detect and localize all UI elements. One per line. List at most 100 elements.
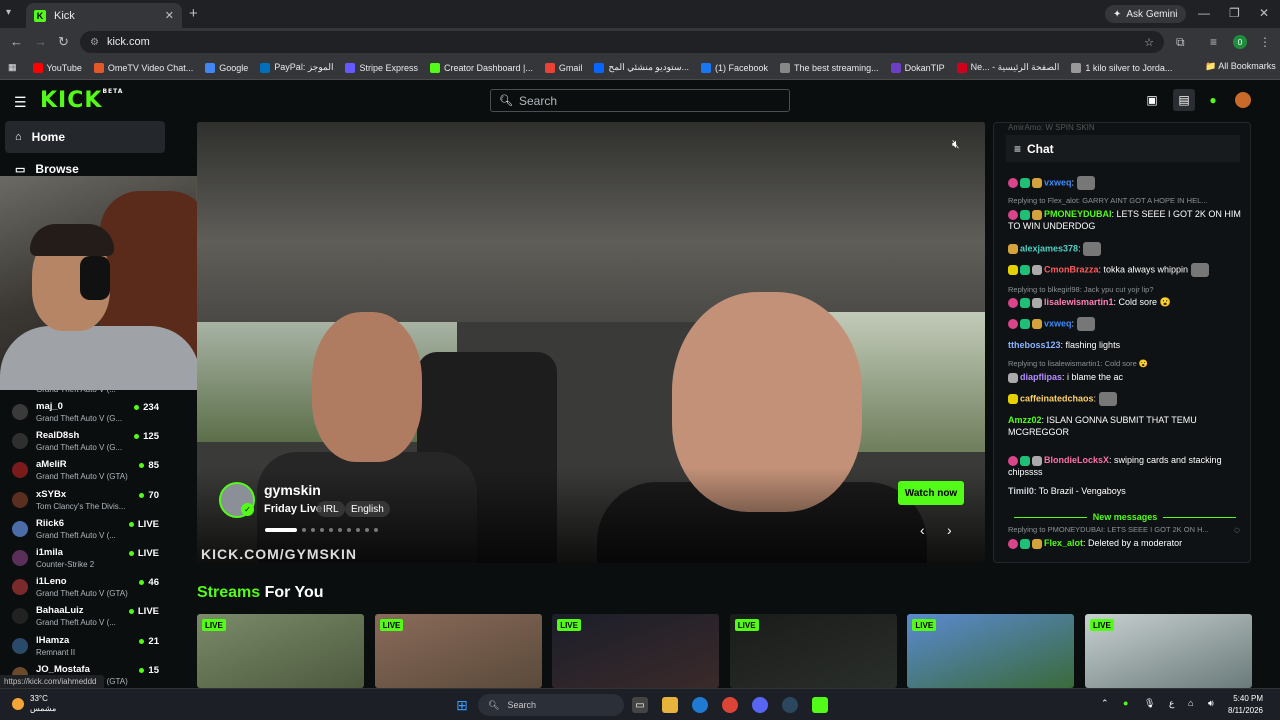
stream-card[interactable]: LIVE bbox=[729, 614, 897, 688]
weather-widget[interactable]: 33°C مشمس bbox=[12, 694, 56, 714]
chat-username[interactable]: CmonBrazza bbox=[1044, 264, 1099, 274]
chat-reply-context[interactable]: Replying to blkegirl98: Jack ypu cut yoj… bbox=[1008, 285, 1244, 294]
chat-username[interactable]: Flex_alot bbox=[1044, 538, 1083, 548]
kick-app-icon[interactable] bbox=[812, 697, 828, 713]
sidebar-channel[interactable]: i1mila Counter-Strike 2 LIVE bbox=[8, 545, 173, 574]
all-bookmarks-button[interactable]: 📁 All Bookmarks bbox=[1205, 61, 1276, 72]
carousel-dot[interactable] bbox=[347, 528, 351, 532]
kick-logo[interactable]: KICKBETA bbox=[40, 88, 123, 113]
bookmark-item[interactable]: Ne... - الصفحة الرئيسية bbox=[956, 62, 1059, 73]
carousel-dot[interactable] bbox=[265, 528, 297, 532]
tag-irl[interactable]: IRL bbox=[317, 501, 345, 517]
chat-reply-context[interactable]: Replying to Flex_alot: GARRY AINT GOT A … bbox=[1008, 196, 1244, 205]
chat-username[interactable]: vxweq bbox=[1044, 318, 1072, 328]
sidebar-channel[interactable]: BahaaLuiz Grand Theft Auto V (... LIVE bbox=[8, 603, 173, 632]
chat-username[interactable]: PMONEYDUBAI bbox=[1044, 209, 1112, 219]
ask-gemini-button[interactable]: ✦ Ask Gemini bbox=[1105, 5, 1186, 23]
carousel-next-icon[interactable]: › bbox=[947, 522, 952, 538]
address-bar[interactable]: ⚙ kick.com ☆ bbox=[80, 31, 1164, 53]
chat-collapse-icon[interactable]: ≡ bbox=[1014, 142, 1021, 156]
carousel-dot[interactable] bbox=[311, 528, 315, 532]
clock[interactable]: 5:40 PM 8/11/2026 bbox=[1228, 693, 1263, 717]
bookmark-item[interactable]: (1) Facebook bbox=[701, 62, 768, 73]
bookmark-item[interactable]: YouTube bbox=[32, 62, 82, 73]
back-icon[interactable]: ← bbox=[10, 34, 23, 49]
carousel-dot[interactable] bbox=[356, 528, 360, 532]
chat-username[interactable]: Amzz02 bbox=[1008, 415, 1042, 425]
chat-username[interactable]: caffeinatedchaos bbox=[1020, 393, 1094, 403]
mute-icon[interactable]: 🔇︎ bbox=[952, 137, 960, 152]
apps-icon[interactable]: ▦ bbox=[8, 62, 17, 73]
streamer-name[interactable]: gymskin bbox=[264, 482, 321, 498]
new-tab-button[interactable]: + bbox=[189, 5, 198, 22]
chat-reply-context[interactable]: Replying to lisalewismartin1: Cold sore … bbox=[1008, 359, 1244, 368]
tray-overflow-icon[interactable]: ⌃ bbox=[1101, 698, 1109, 709]
edge-icon[interactable] bbox=[692, 697, 708, 713]
menu-icon[interactable]: ⋮ bbox=[1259, 35, 1271, 49]
extensions-icon[interactable]: ⧉ bbox=[1176, 35, 1185, 50]
tray-mic-icon[interactable]: 🎙︎ bbox=[1144, 698, 1155, 709]
minimize-icon[interactable]: — bbox=[1198, 6, 1210, 20]
site-info-icon[interactable]: ⚙ bbox=[90, 37, 99, 48]
forward-icon[interactable]: → bbox=[34, 34, 47, 49]
tag-english[interactable]: English bbox=[345, 501, 390, 517]
bookmark-item[interactable]: PayPal: الموجز bbox=[260, 62, 333, 73]
chat-username[interactable]: diapflipas bbox=[1020, 372, 1062, 382]
stream-card[interactable]: LIVE bbox=[1085, 614, 1252, 688]
steam-icon[interactable] bbox=[782, 697, 798, 713]
nav-home[interactable]: ⌂ Home bbox=[5, 121, 165, 153]
carousel-dot[interactable] bbox=[365, 528, 369, 532]
carousel-dot[interactable] bbox=[302, 528, 306, 532]
chat-username[interactable]: lisalewismartin1 bbox=[1044, 297, 1114, 307]
featured-stream-player[interactable]: 🔇︎ ✓ gymskin Friday Live IRL English Wat… bbox=[197, 122, 985, 563]
task-view-icon[interactable]: ▭ bbox=[632, 697, 648, 713]
taskbar-search[interactable]: 🔍︎ Search bbox=[478, 694, 624, 716]
chat-username[interactable]: alexjames378 bbox=[1020, 243, 1078, 253]
network-icon[interactable]: ⌂ bbox=[1188, 698, 1193, 708]
restore-icon[interactable]: ❐ bbox=[1229, 6, 1240, 20]
stream-card[interactable]: LIVE bbox=[197, 614, 364, 688]
search-input[interactable]: 🔍︎ Search bbox=[490, 89, 790, 112]
watch-now-button[interactable]: Watch now bbox=[898, 481, 964, 505]
bookmark-item[interactable]: OmeTV Video Chat... bbox=[93, 62, 193, 73]
clips-icon[interactable]: ▣ bbox=[1144, 92, 1160, 108]
stream-card[interactable]: LIVE bbox=[374, 614, 542, 688]
input-language[interactable]: ع bbox=[1169, 698, 1174, 709]
sidebar-channel[interactable]: maj_0 Grand Theft Auto V (G... 234 bbox=[8, 399, 173, 428]
file-explorer-icon[interactable] bbox=[662, 697, 678, 713]
theater-mode-icon[interactable]: ▤ bbox=[1173, 89, 1195, 111]
profile-avatar[interactable]: 0 bbox=[1233, 35, 1247, 49]
bookmark-item[interactable]: Gmail bbox=[544, 62, 582, 73]
bookmark-star-icon[interactable]: ☆ bbox=[1144, 36, 1154, 49]
close-tab-icon[interactable]: ✕ bbox=[165, 9, 174, 22]
bookmark-item[interactable]: Creator Dashboard |... bbox=[429, 62, 533, 73]
carousel-dot[interactable] bbox=[329, 528, 333, 532]
bookmark-item[interactable]: 1 kilo silver to Jorda... bbox=[1071, 62, 1172, 73]
stream-card[interactable]: LIVE bbox=[552, 614, 720, 688]
start-icon[interactable]: ⊞ bbox=[454, 697, 470, 713]
discord-icon[interactable] bbox=[752, 697, 768, 713]
sidebar-channel[interactable]: i1Leno Grand Theft Auto V (GTA) 46 bbox=[8, 574, 173, 603]
chat-username[interactable]: Timil0 bbox=[1008, 486, 1034, 496]
bookmark-item[interactable]: Google bbox=[205, 62, 248, 73]
sidebar-channel[interactable]: xSYBx Tom Clancy's The Divis... 70 bbox=[8, 487, 173, 516]
chat-username[interactable]: vxweq bbox=[1044, 177, 1072, 187]
reading-list-icon[interactable]: ≡ bbox=[1210, 35, 1217, 49]
stream-card[interactable]: LIVE bbox=[907, 614, 1075, 688]
tray-app-icon[interactable]: ● bbox=[1123, 698, 1128, 708]
carousel-dot[interactable] bbox=[374, 528, 378, 532]
volume-icon[interactable]: 🔊︎ bbox=[1208, 698, 1214, 709]
chrome-icon[interactable] bbox=[722, 697, 738, 713]
bookmark-item[interactable]: Stripe Express bbox=[345, 62, 418, 73]
hamburger-menu-icon[interactable]: ☰ bbox=[14, 94, 27, 111]
reload-icon[interactable]: ↻ bbox=[58, 34, 69, 50]
carousel-dot[interactable] bbox=[338, 528, 342, 532]
sidebar-channel[interactable]: lHamza Remnant II 21 bbox=[8, 633, 173, 662]
chat-username[interactable]: BlondieLocksX bbox=[1044, 455, 1109, 465]
user-avatar[interactable] bbox=[1235, 92, 1251, 108]
tab-search-icon[interactable]: ▾ bbox=[6, 7, 11, 18]
new-messages-divider[interactable]: New messages bbox=[1008, 511, 1242, 523]
chat-username[interactable]: ttheboss123 bbox=[1008, 340, 1061, 350]
chat-reply-context[interactable]: Replying to PMONEYDUBAI: LETS SEEE I GOT… bbox=[1008, 525, 1244, 534]
carousel-prev-icon[interactable]: ‹ bbox=[920, 522, 925, 538]
